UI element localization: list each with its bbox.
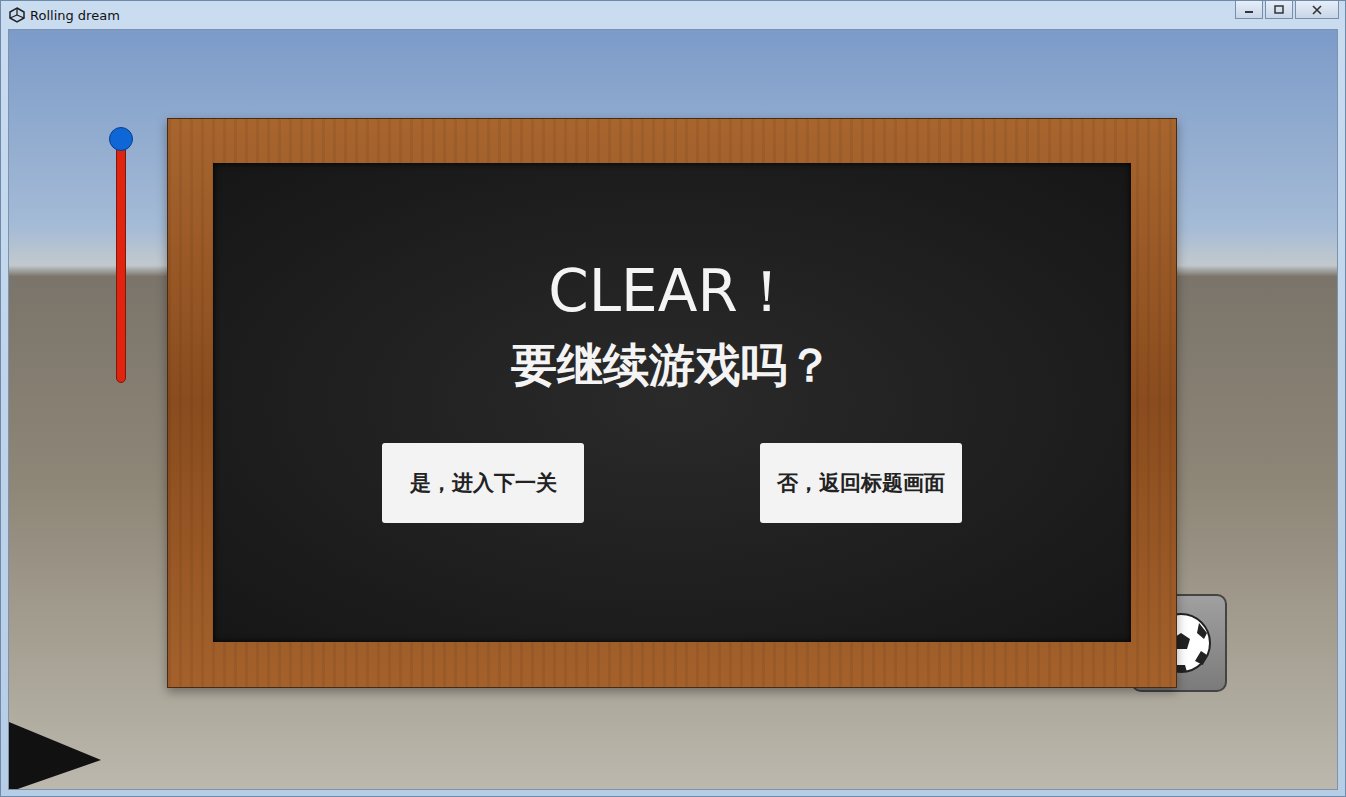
close-button[interactable] (1295, 1, 1339, 19)
window-title: Rolling dream (30, 8, 120, 23)
clear-title: CLEAR！ (548, 255, 795, 327)
dialog-button[interactable]: 是，进入下一关 (382, 443, 584, 523)
maximize-button[interactable] (1265, 1, 1293, 19)
gauge-knob[interactable] (109, 127, 133, 151)
continue-question: 要继续游戏吗？ (511, 335, 833, 395)
ground-shadow (9, 722, 109, 790)
unity-logo-icon (9, 7, 25, 23)
chalkboard-dialog: CLEAR！ 要继续游戏吗？ 是，进入下一关 否，返回标题画面 (167, 118, 1177, 688)
title-bar: Rolling dream (1, 1, 1345, 29)
restore-icon (1273, 5, 1285, 15)
minimize-button[interactable] (1235, 1, 1263, 19)
dialog-button[interactable]: 否，返回标题画面 (760, 443, 962, 523)
game-window: Rolling dream CLEAR！ 要继续游戏吗？ 是，进入下一关 否，返回标题画… (0, 0, 1346, 797)
game-view: CLEAR！ 要继续游戏吗？ 是，进入下一关 否，返回标题画面 (8, 29, 1338, 790)
minimize-icon (1243, 5, 1255, 15)
power-gauge (109, 126, 133, 371)
close-icon (1311, 5, 1323, 15)
